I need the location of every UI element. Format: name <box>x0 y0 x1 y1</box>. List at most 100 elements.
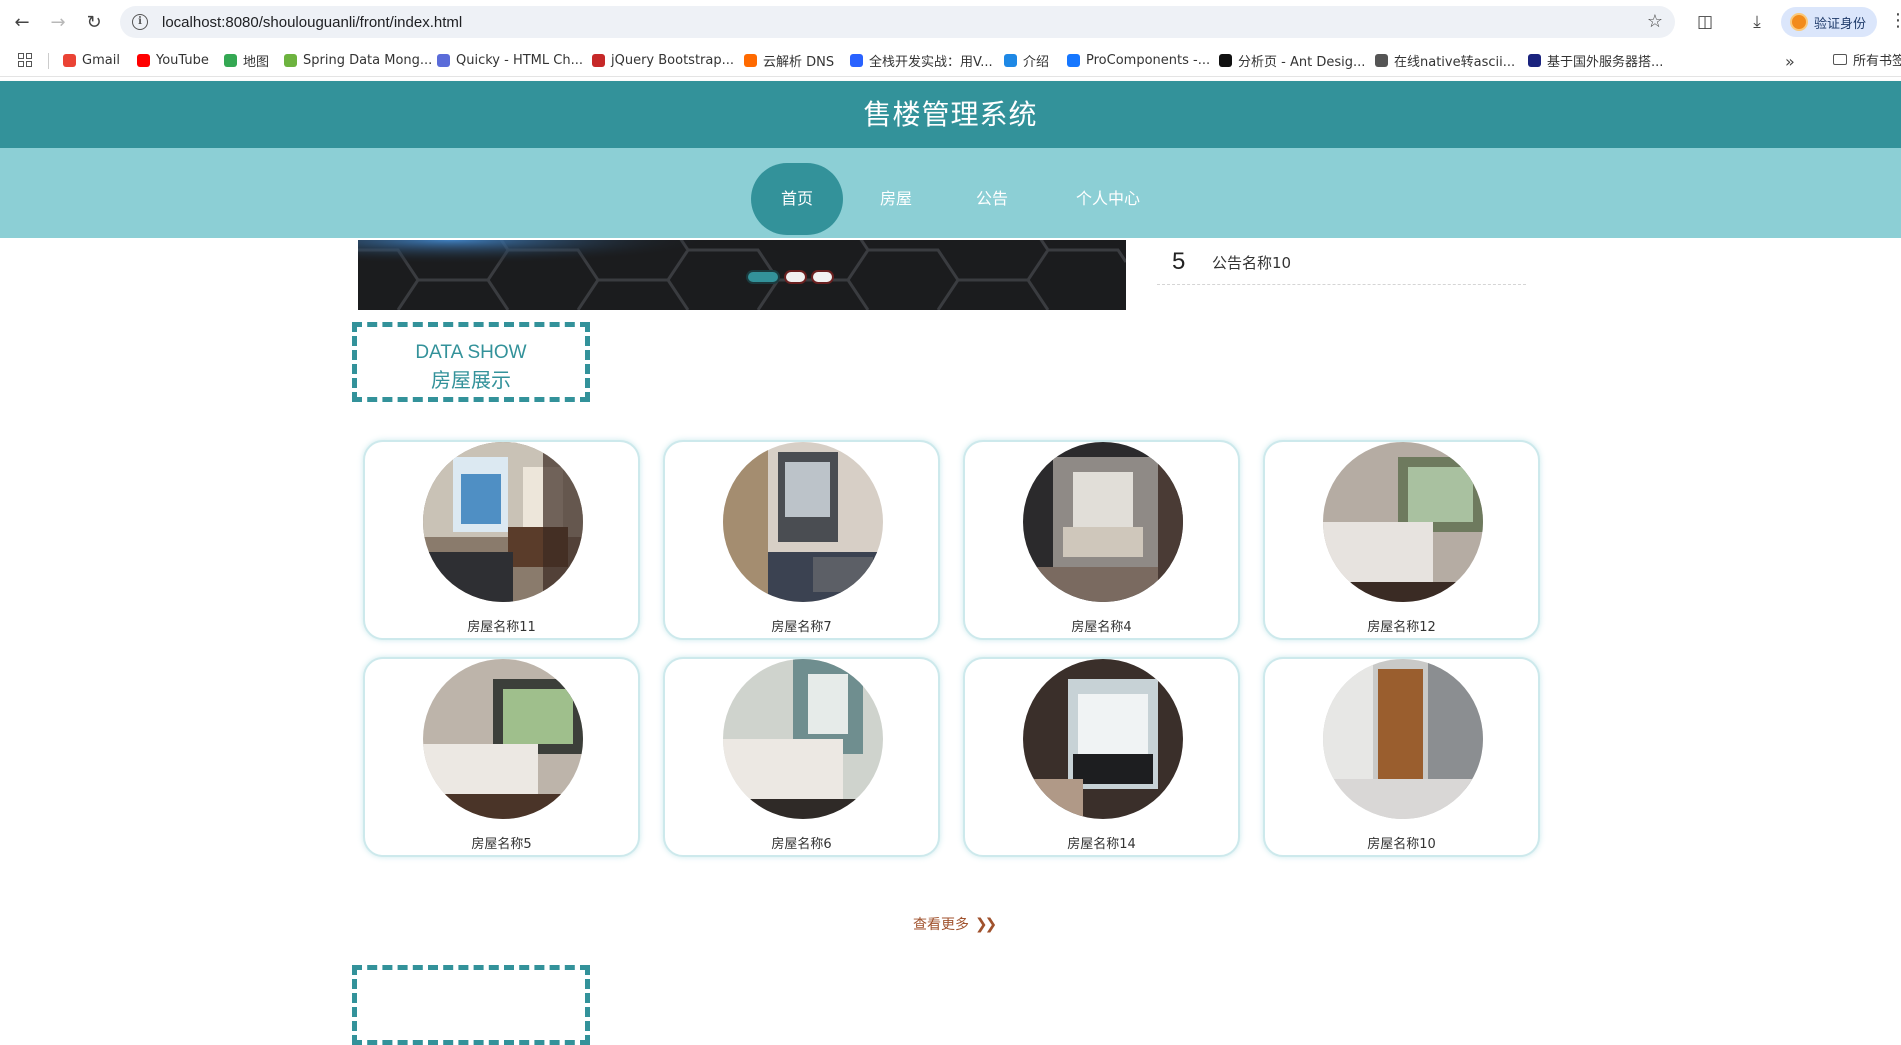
house-card[interactable]: 房屋名称6 <box>663 657 940 857</box>
section-title-cn: 房屋展示 <box>431 368 511 392</box>
gmail-icon <box>63 53 76 67</box>
bookmark-item[interactable]: ProComponents -... <box>1067 50 1210 70</box>
globe-icon <box>1375 53 1388 67</box>
bookmark-label: 基于国外服务器搭... <box>1547 54 1664 70</box>
bookmark-item[interactable]: Spring Data Mong... <box>284 50 432 70</box>
extensions-icon[interactable]: ◫ <box>1694 11 1716 33</box>
bookmark-label: 地图 <box>243 54 270 70</box>
house-name[interactable]: 房屋名称14 <box>965 833 1238 852</box>
youtube-icon <box>137 53 150 67</box>
carousel-dot-3[interactable] <box>813 272 832 282</box>
bookmark-item[interactable]: 分析页 - Ant Desig... <box>1219 50 1365 70</box>
bookmark-label: 分析页 - Ant Desig... <box>1238 54 1366 70</box>
browser-menu-icon[interactable]: ⋮ <box>1889 10 1901 31</box>
house-card[interactable]: 房屋名称4 <box>963 440 1240 640</box>
bookmark-label: ProComponents -... <box>1086 52 1211 68</box>
server-icon <box>1528 53 1541 67</box>
section-title-en: DATA SHOW <box>415 342 527 363</box>
house-photo[interactable] <box>1023 659 1183 819</box>
url-text[interactable]: localhost:8080/shoulouguanli/front/index… <box>162 14 462 31</box>
bookmark-item[interactable]: Quicky - HTML Ch... <box>437 50 583 70</box>
view-more-link[interactable]: 查看更多 ❯❯ <box>913 914 997 934</box>
pro-icon <box>1219 53 1232 67</box>
house-photo[interactable] <box>723 659 883 819</box>
house-photo[interactable] <box>723 442 883 602</box>
spring-icon <box>284 53 297 67</box>
nav-home[interactable]: 首页 <box>751 163 843 235</box>
banner-image <box>358 240 1126 310</box>
bookmark-label: YouTube <box>156 52 209 68</box>
bookmark-item[interactable]: Gmail <box>63 50 120 70</box>
house-photo[interactable] <box>423 659 583 819</box>
bookmarks-bar: Gmail YouTube 地图 Spring Data Mong... Quicky … <box>0 44 1901 77</box>
nav-houses[interactable]: 房屋 <box>868 163 924 235</box>
house-card[interactable]: 房屋名称5 <box>363 657 640 857</box>
bookmark-item[interactable]: 基于国外服务器搭... <box>1528 50 1663 70</box>
bookmark-label: 在线native转ascii... <box>1394 54 1516 70</box>
bookmark-label: 云解析 DNS <box>763 54 835 70</box>
house-photo[interactable] <box>1023 442 1183 602</box>
banner-carousel[interactable] <box>358 240 1126 310</box>
bookmark-label: jQuery Bootstrap... <box>611 52 735 68</box>
bookmark-item[interactable]: 在线native转ascii... <box>1375 50 1515 70</box>
reload-icon[interactable]: ↻ <box>82 10 106 34</box>
house-name[interactable]: 房屋名称5 <box>365 833 638 852</box>
forward-icon[interactable]: → <box>46 10 70 34</box>
back-icon[interactable]: ← <box>10 10 34 34</box>
jquery-icon <box>592 53 605 67</box>
house-name[interactable]: 房屋名称11 <box>365 616 638 635</box>
quicky-icon <box>437 53 450 67</box>
browser-toolbar: ← → ↻ i localhost:8080/shoulouguanli/fro… <box>0 0 1901 44</box>
house-name[interactable]: 房屋名称6 <box>665 833 938 852</box>
bookmark-item[interactable]: 地图 <box>224 50 269 70</box>
notice-number: 5 <box>1172 248 1186 275</box>
bookmark-item[interactable]: YouTube <box>137 50 209 70</box>
download-icon[interactable]: ⤓ <box>1746 11 1768 33</box>
site-info-icon[interactable]: i <box>132 14 148 30</box>
site-header: 售楼管理系统 <box>0 81 1901 148</box>
all-bookmarks-label: 所有书签 <box>1853 54 1901 69</box>
nav-notices[interactable]: 公告 <box>964 163 1020 235</box>
bookmark-label: 全栈开发实战：用V... <box>869 54 993 70</box>
bookmark-label: Spring Data Mong... <box>303 52 433 68</box>
double-chevron-right-icon: ❯❯ <box>975 915 997 933</box>
house-photo[interactable] <box>423 442 583 602</box>
bookmark-label: Quicky - HTML Ch... <box>456 52 583 68</box>
house-card[interactable]: 房屋名称12 <box>1263 440 1540 640</box>
nav-profile[interactable]: 个人中心 <box>1068 163 1148 235</box>
house-card[interactable]: 房屋名称11 <box>363 440 640 640</box>
address-bar[interactable]: i localhost:8080/shoulouguanli/front/ind… <box>120 6 1675 38</box>
house-photo[interactable] <box>1323 442 1483 602</box>
dns-icon <box>744 53 757 67</box>
house-name[interactable]: 房屋名称7 <box>665 616 938 635</box>
more-bookmarks-icon[interactable]: » <box>1785 52 1795 71</box>
profile-button[interactable]: 验证身份 <box>1781 7 1877 37</box>
carousel-dot-2[interactable] <box>786 272 805 282</box>
bookmark-item[interactable]: 云解析 DNS <box>744 50 834 70</box>
carousel-dot-1[interactable] <box>748 272 778 282</box>
bookmark-label: 介绍 <box>1023 54 1050 70</box>
house-name[interactable]: 房屋名称10 <box>1265 833 1538 852</box>
notice-title[interactable]: 公告名称10 <box>1212 252 1291 273</box>
profile-label: 验证身份 <box>1814 16 1867 32</box>
house-card[interactable]: 房屋名称10 <box>1263 657 1540 857</box>
apps-grid-icon[interactable] <box>18 53 32 67</box>
house-card[interactable]: 房屋名称14 <box>963 657 1240 857</box>
m-icon <box>850 53 863 67</box>
bookmark-star-icon[interactable]: ☆ <box>1647 11 1663 32</box>
intro-icon <box>1004 53 1017 67</box>
bookmark-item[interactable]: jQuery Bootstrap... <box>592 50 734 70</box>
next-section-title-box <box>352 965 590 1045</box>
maps-icon <box>224 53 237 67</box>
house-photo[interactable] <box>1323 659 1483 819</box>
bookmark-label: Gmail <box>82 52 120 68</box>
house-name[interactable]: 房屋名称4 <box>965 616 1238 635</box>
bookmark-item[interactable]: 全栈开发实战：用V... <box>850 50 993 70</box>
bookmark-item[interactable]: 介绍 <box>1004 50 1049 70</box>
all-bookmarks-folder[interactable]: 所有书签 <box>1833 50 1901 69</box>
house-name[interactable]: 房屋名称12 <box>1265 616 1538 635</box>
notice-item[interactable]: 5 公告名称10 <box>1157 240 1526 285</box>
house-card[interactable]: 房屋名称7 <box>663 440 940 640</box>
view-more-label[interactable]: 查看更多 <box>913 914 969 934</box>
main-nav: 首页 房屋 公告 个人中心 <box>0 148 1901 238</box>
